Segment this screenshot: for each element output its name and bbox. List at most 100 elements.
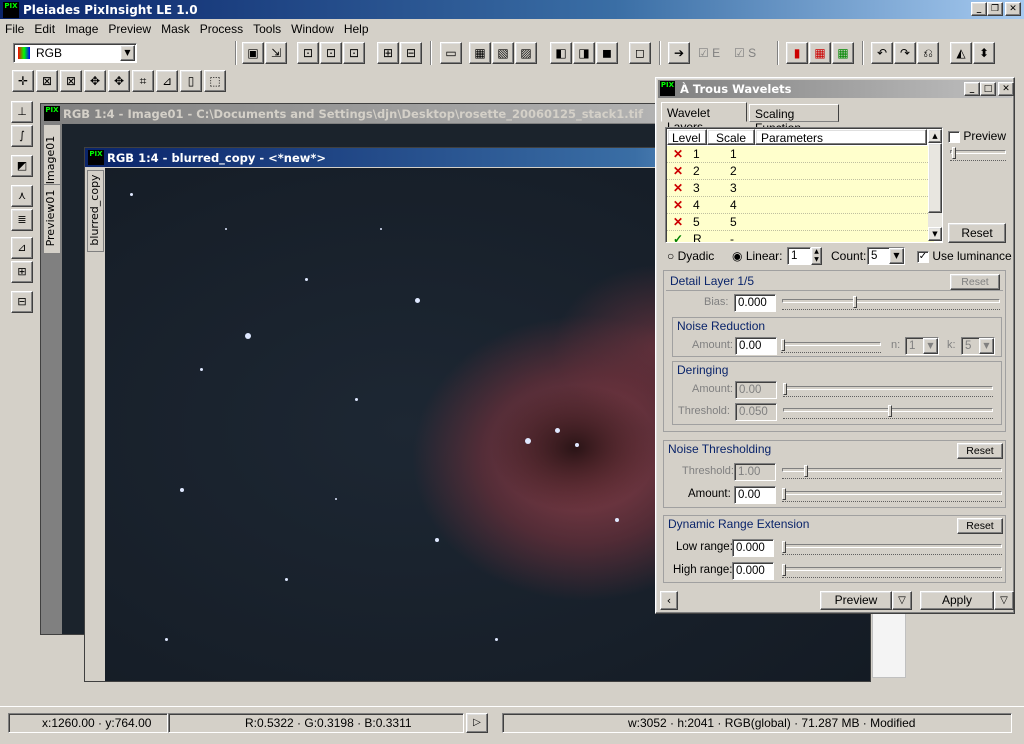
toggle-s[interactable]: ☑ S [734,46,756,60]
minimize-button[interactable]: _ [971,2,987,16]
table-row[interactable]: ✕ 2 2 [667,163,934,180]
mask-icon[interactable]: ◧ [550,42,572,64]
new-document-icon[interactable]: ▯ [180,70,202,92]
menu-help[interactable]: Help [339,22,374,36]
menu-mask[interactable]: Mask [156,22,195,36]
mask-show-icon[interactable]: ◼ [596,42,618,64]
nt-amount-slider[interactable] [782,488,1002,502]
col-level[interactable]: Level [667,129,707,145]
channels-icon[interactable]: ▦ [832,42,854,64]
statistics-icon[interactable]: ▦ [809,42,831,64]
zoom-out-icon[interactable]: ⊟ [400,42,422,64]
dialog-minimize-button[interactable]: _ [964,82,980,96]
chevron-down-icon[interactable]: ▼ [923,338,938,354]
table-row[interactable]: ✕ 1 1 [667,146,934,163]
chevron-down-icon[interactable]: ▼ [120,45,135,61]
color-saturation-icon[interactable]: ◩ [11,155,33,177]
nt-amount-input[interactable]: 0.00 [734,486,776,504]
col-scale[interactable]: Scale [707,129,755,145]
zoom-out-tool-icon[interactable]: ⊠ [60,70,82,92]
chevron-down-icon[interactable]: ▽ [994,591,1014,610]
col-parameters[interactable]: Parameters [755,129,927,145]
chevron-down-icon[interactable]: ▼ [889,248,904,264]
pan-tool-icon[interactable]: ✥ [84,70,106,92]
linear-spinner[interactable]: ▲ ▼ [811,247,822,265]
fit-window-icon[interactable]: ▣ [242,42,264,64]
dialog-close-button[interactable]: ✕ [998,82,1014,96]
preview-button[interactable]: Preview [820,591,892,610]
nr-amount-input[interactable]: 0.00 [735,337,777,355]
nr-icon[interactable]: ⊿ [11,237,33,259]
redo-icon[interactable]: ↷ [894,42,916,64]
dynamic-crop-icon[interactable]: ⊿ [156,70,178,92]
high-range-slider[interactable] [782,564,1002,578]
dyadic-radio[interactable]: ○ Dyadic [667,249,714,263]
menu-image[interactable]: Image [60,22,103,36]
restore-button[interactable]: ❐ [987,2,1003,16]
select-tool-icon[interactable]: ⬚ [204,70,226,92]
bias-slider[interactable] [782,296,1000,310]
dialog-maximize-button[interactable]: □ [980,82,996,96]
preview-select-icon[interactable]: ▧ [492,42,514,64]
color-space-select[interactable]: RGB ▼ [13,43,137,63]
dr-threshold-input[interactable]: 0.050 [735,403,777,421]
mask-disable-icon[interactable]: ◻ [629,42,651,64]
mirror-horizontal-icon[interactable]: ◭ [950,42,972,64]
wavelets-title[interactable]: À Trous Wavelets [658,80,1012,98]
detail-reset-button[interactable]: Reset [950,274,1000,290]
curves-icon[interactable]: ∫ [11,125,33,147]
nt-reset-button[interactable]: Reset [957,443,1003,459]
process-icon[interactable]: ➔ [668,42,690,64]
preview-slider[interactable] [950,147,1006,161]
layers-reset-button[interactable]: Reset [948,223,1006,243]
center-tool-icon[interactable]: ✥ [108,70,130,92]
dr-amount-input[interactable]: 0.00 [735,381,777,399]
menu-window[interactable]: Window [286,22,339,36]
zoom-tool-icon[interactable]: ⊠ [36,70,58,92]
play-arrow-icon[interactable]: ▷ [466,713,488,733]
menu-file[interactable]: File [0,22,29,36]
bias-input[interactable]: 0.000 [734,294,776,312]
dr-threshold-slider[interactable] [783,405,993,419]
tab-scaling-function[interactable]: Scaling Function [749,104,839,135]
layers-table[interactable]: Level Scale Parameters ✕ 1 1 ✕ 2 2 ✕ 3 3 ✕ 4 4 ✕… [665,127,943,243]
zoom-fit-icon[interactable]: ⇲ [265,42,287,64]
linear-input[interactable]: 1 [787,247,811,265]
toggle-e[interactable]: ☑ E [698,46,720,60]
apply-button[interactable]: Apply [920,591,994,610]
nr-amount-slider[interactable] [781,339,881,353]
snr-icon[interactable]: ⊞ [11,261,33,283]
undo-icon[interactable]: ↶ [871,42,893,64]
tab-preview01[interactable]: Preview01 [43,184,61,254]
preview-copy-icon[interactable]: ▨ [515,42,537,64]
menu-tools[interactable]: Tools [248,22,286,36]
zoom-1-1-icon[interactable]: ⊡ [297,42,319,64]
ab-icon[interactable]: ⊟ [11,291,33,313]
table-row[interactable]: ✕ 5 5 [667,214,934,231]
mirror-vertical-icon[interactable]: ⬍ [973,42,995,64]
zoom-1-2-icon[interactable]: ⊡ [320,42,342,64]
high-range-input[interactable]: 0.000 [732,562,774,580]
new-preview-icon[interactable]: ▭ [440,42,462,64]
nt-threshold-slider[interactable] [782,465,1002,479]
crop-icon[interactable]: ⌗ [132,70,154,92]
app-title-bar[interactable]: PIX Pleiades PixInsight LE 1.0 _ ❐ ✕ [0,0,1024,19]
mmt-icon[interactable]: ≣ [11,209,33,231]
histogram-transform-icon[interactable]: ⊥ [11,101,33,123]
menu-edit[interactable]: Edit [29,22,60,36]
low-range-slider[interactable] [782,541,1002,555]
dr-amount-slider[interactable] [783,383,993,397]
table-row[interactable]: ✕ 3 3 [667,180,934,197]
preview-checkbox[interactable]: Preview [948,129,1006,143]
table-row[interactable]: ✕ 4 4 [667,197,934,214]
close-button[interactable]: ✕ [1005,2,1021,16]
image-window-back-title[interactable]: RGB 1:4 - Image01 - C:\Documents and Set… [41,104,679,123]
linear-radio[interactable]: ◉ Linear: [732,249,783,263]
tab-blurred-copy[interactable]: blurred_copy [87,170,104,252]
use-luminance-checkbox[interactable]: ✓ Use luminance [917,249,1012,263]
collapse-arrow-icon[interactable]: ‹ [660,591,678,610]
chevron-down-icon[interactable]: ▽ [892,591,912,610]
histogram-icon[interactable]: ▮ [786,42,808,64]
readout-cursor-icon[interactable]: ✛ [12,70,34,92]
table-row[interactable]: ✓ R - [667,231,934,242]
